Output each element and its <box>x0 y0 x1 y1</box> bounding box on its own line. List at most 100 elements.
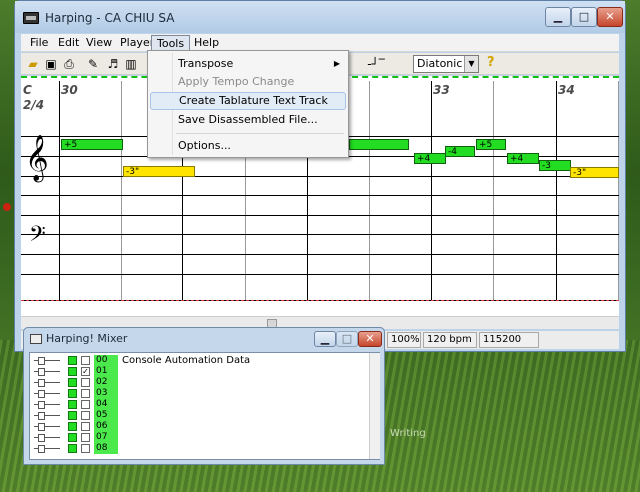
menu-item-transpose[interactable]: Transpose ▶ <box>150 55 346 73</box>
volume-fader[interactable] <box>34 423 60 431</box>
mixer-channel-row[interactable]: 00 Console Automation Data <box>32 355 372 366</box>
volume-fader[interactable] <box>34 412 60 420</box>
pencil-icon[interactable]: ✎ <box>85 56 101 72</box>
chevron-down-icon[interactable]: ▼ <box>464 56 478 72</box>
title-bar[interactable]: Harping - CA CHIU SA ▁ □ ✕ <box>15 1 625 33</box>
channel-checkbox[interactable] <box>81 433 90 442</box>
channel-checkbox[interactable] <box>81 356 90 365</box>
menu-tools[interactable]: Tools <box>151 35 191 51</box>
channel-checkbox[interactable] <box>81 411 90 420</box>
volume-fader[interactable] <box>34 401 60 409</box>
volume-fader[interactable] <box>34 434 60 442</box>
volume-fader[interactable] <box>34 390 60 398</box>
menu-item-create-tablature[interactable]: Create Tablature Text Track <box>150 92 346 110</box>
time-signature: 2/4 <box>23 98 45 112</box>
channel-color <box>68 389 77 398</box>
staff-line <box>21 234 619 235</box>
open-icon[interactable]: ▰ <box>25 56 41 72</box>
channel-number: 05 <box>94 410 118 421</box>
mixer-minimize-button[interactable]: ▁ <box>314 331 336 347</box>
print-icon[interactable]: ⎙ <box>61 56 77 72</box>
channel-checkbox[interactable] <box>81 378 90 387</box>
channel-number: 02 <box>94 377 118 388</box>
menu-edit[interactable]: Edit <box>53 35 84 51</box>
minimize-button[interactable]: ▁ <box>545 7 571 27</box>
note-block[interactable]: -3 <box>539 160 571 171</box>
mixer-channel-row[interactable]: 08 <box>32 443 372 454</box>
mixer-scrollbar[interactable] <box>369 353 380 459</box>
channel-checkbox[interactable]: ✓ <box>81 367 90 376</box>
beatline <box>121 81 122 301</box>
mixer-channel-row[interactable]: 06 <box>32 421 372 432</box>
channel-number: 03 <box>94 388 118 399</box>
channel-color <box>68 433 77 442</box>
note-icon[interactable]: ♬ <box>105 56 121 72</box>
mixer-app-icon <box>30 334 42 344</box>
close-button[interactable]: ✕ <box>597 7 623 27</box>
channel-checkbox[interactable] <box>81 422 90 431</box>
app-icon <box>23 12 39 24</box>
help-icon[interactable]: ? <box>487 55 495 70</box>
menu-file[interactable]: File <box>25 35 53 51</box>
note-block[interactable]: -3" <box>570 167 619 178</box>
volume-fader[interactable] <box>34 445 60 453</box>
mixer-close-button[interactable]: ✕ <box>358 331 382 347</box>
menu-item-save-disassembled[interactable]: Save Disassembled File... <box>150 111 346 129</box>
mixer-channel-row[interactable]: 02 <box>32 377 372 388</box>
note-block[interactable]: +5 <box>61 139 123 150</box>
save-icon[interactable]: ▣ <box>43 56 59 72</box>
menu-item-options[interactable]: Options... <box>150 137 346 155</box>
window-title: Harping - CA CHIU SA <box>45 11 175 25</box>
measure-number-34: 34 <box>558 83 575 97</box>
channel-label: Console Automation Data <box>122 355 251 366</box>
mixer-channel-list: 00 Console Automation Data ✓ 01 02 03 04 <box>29 352 380 460</box>
mixer-channel-row[interactable]: ✓ 01 <box>32 366 372 377</box>
mixer-channel-row[interactable]: 04 <box>32 399 372 410</box>
barline <box>431 81 432 301</box>
note-block[interactable]: +4 <box>507 153 539 164</box>
beatline <box>369 81 370 301</box>
channel-checkbox[interactable] <box>81 400 90 409</box>
note-block[interactable]: +4 <box>414 153 446 164</box>
maximize-button[interactable]: □ <box>571 7 597 27</box>
mixer-window: Harping! Mixer ▁ □ ✕ 00 Console Automati… <box>23 327 385 465</box>
note-block[interactable]: +5 <box>476 139 506 150</box>
treble-clef-icon: 𝄞 <box>25 135 49 181</box>
tuning-select[interactable]: Diatonic ▼ <box>413 55 479 73</box>
menu-help[interactable]: Help <box>189 35 224 51</box>
staff-line <box>21 215 619 216</box>
menu-view[interactable]: View <box>81 35 117 51</box>
channel-checkbox[interactable] <box>81 444 90 453</box>
keyboard-icon[interactable]: ▥ <box>123 56 139 72</box>
channel-checkbox[interactable] <box>81 389 90 398</box>
volume-fader[interactable] <box>34 357 60 365</box>
measure-number-30: 30 <box>61 83 78 97</box>
tempo-slider-icon[interactable]: -┘‾ <box>356 56 396 72</box>
mixer-maximize-button[interactable]: □ <box>336 331 358 347</box>
volume-fader[interactable] <box>34 368 60 376</box>
mixer-channel-row[interactable]: 03 <box>32 388 372 399</box>
volume-fader[interactable] <box>34 379 60 387</box>
range-limit-line <box>21 300 619 301</box>
staff-line <box>21 254 619 255</box>
mixer-title: Harping! Mixer <box>46 332 128 345</box>
desktop-caption: Writing <box>390 428 426 439</box>
mixer-channel-row[interactable]: 05 <box>32 410 372 421</box>
ladybug-decoration <box>3 203 11 211</box>
channel-color <box>68 367 77 376</box>
beatline <box>618 81 619 301</box>
note-block[interactable]: -4 <box>445 146 475 157</box>
channel-color <box>68 444 77 453</box>
menu-separator <box>176 133 344 134</box>
mixer-channel-row[interactable]: 07 <box>32 432 372 443</box>
channel-number: 00 <box>94 355 118 366</box>
status-tempo: 120 bpm <box>423 332 477 348</box>
channel-color <box>68 400 77 409</box>
tools-menu: Transpose ▶ Apply Tempo Change Create Ta… <box>147 50 349 158</box>
menu-item-apply-tempo[interactable]: Apply Tempo Change <box>150 73 346 91</box>
note-block[interactable]: -3" <box>123 166 195 177</box>
measure-number-33: 33 <box>433 83 450 97</box>
note-block[interactable] <box>349 139 409 150</box>
channel-number: 08 <box>94 443 118 454</box>
submenu-arrow-icon: ▶ <box>333 59 340 68</box>
